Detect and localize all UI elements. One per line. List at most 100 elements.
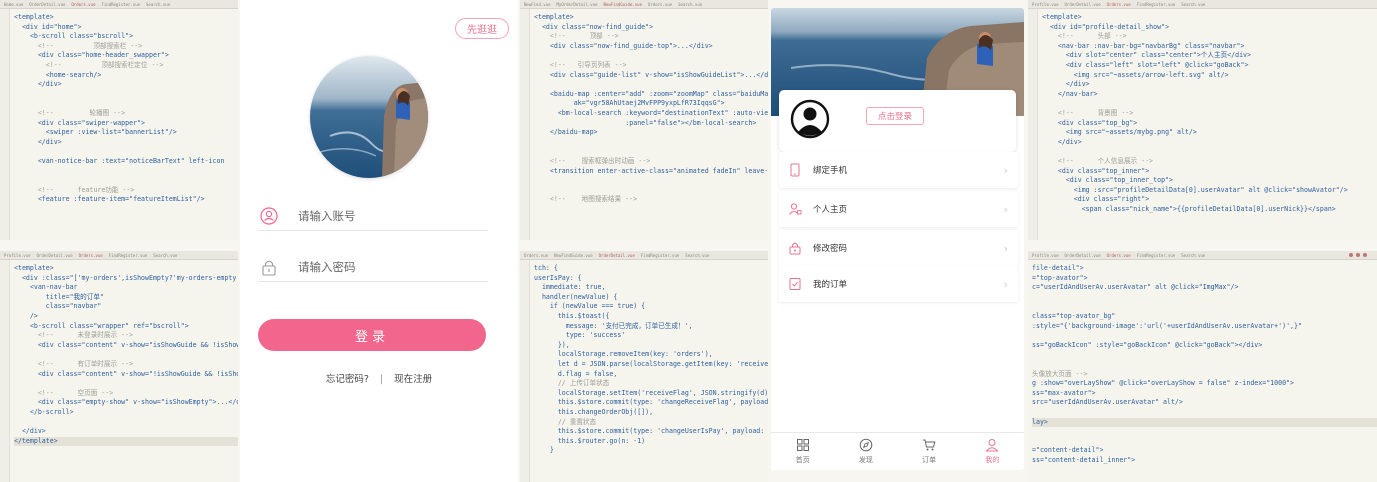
menu-item-bind-phone[interactable]: 绑定手机 › bbox=[779, 152, 1018, 188]
code-line[interactable]: <!-- 有订单时展示 --> bbox=[14, 360, 238, 370]
editor-tab-bar[interactable]: Profile.vue OrderDetail.vue Orders.vue Find… bbox=[1028, 0, 1377, 9]
code-line[interactable] bbox=[534, 138, 768, 148]
code-line[interactable]: <!-- feature功能 --> bbox=[14, 186, 238, 196]
editor-tab[interactable]: OrderDetail.vue bbox=[37, 253, 73, 258]
code-line[interactable] bbox=[1032, 350, 1377, 360]
code-line[interactable]: <!-- 地图搜索结果 --> bbox=[534, 195, 768, 205]
code-line[interactable]: c="userIdAndUserAv.userAvatar" alt @clic… bbox=[1032, 283, 1377, 293]
code-line[interactable]: <div class="top_bg"> bbox=[1042, 119, 1377, 129]
code-line[interactable]: <bm-local-search :keyword="destinationTe… bbox=[534, 109, 768, 119]
tab-discover[interactable]: 发现 bbox=[834, 433, 897, 470]
code-line[interactable]: <div id="home"> bbox=[14, 23, 238, 33]
code-line[interactable]: </div> bbox=[14, 80, 238, 90]
editor-tab[interactable]: NewFindGuide.vue bbox=[554, 253, 593, 258]
code-line[interactable]: <div class="top_inner"> bbox=[1042, 167, 1377, 177]
code-line[interactable]: this.$toast({ bbox=[534, 312, 768, 322]
code-line[interactable]: <div :class="['my-orders',isShowEmpty?'m… bbox=[14, 274, 238, 284]
code-line[interactable]: <transition enter-active-class="animated… bbox=[534, 167, 768, 177]
code-line[interactable] bbox=[534, 147, 768, 157]
menu-item-homepage[interactable]: 个人主页 › bbox=[779, 191, 1018, 227]
code-line[interactable]: </div> bbox=[14, 138, 238, 148]
code-line[interactable]: <!-- 空页面 --> bbox=[14, 389, 238, 399]
editor-tab[interactable]: FindRegister.vue bbox=[641, 253, 680, 258]
code-line[interactable] bbox=[1032, 427, 1377, 437]
code-line[interactable]: <div class="right"> bbox=[1042, 195, 1377, 205]
code-line[interactable]: userIsPay: { bbox=[534, 274, 768, 284]
code-line[interactable]: /> bbox=[14, 312, 238, 322]
editor-tab[interactable]: OrderDetail.vue bbox=[29, 2, 65, 7]
code-line[interactable]: <b-scroll class="bscroll"> bbox=[14, 32, 238, 42]
code-line[interactable]: ="top-avator"> bbox=[1032, 274, 1377, 284]
editor-tab[interactable]: Home.vue bbox=[4, 2, 23, 7]
editor-tab[interactable]: OrderDetail.vue bbox=[1065, 2, 1101, 7]
code-line[interactable]: let d = JSON.parse(localStorage.getItem(… bbox=[534, 360, 768, 370]
editor-tab[interactable]: Search.vue bbox=[1181, 253, 1205, 258]
code-line[interactable]: ak="vgr58AhUtaej2MvFPP9yxpLfR73IqqsG"> bbox=[534, 99, 768, 109]
code-line[interactable]: <div class="content" v-show="isShowGuide… bbox=[14, 341, 238, 351]
tab-mine[interactable]: 我的 bbox=[961, 433, 1024, 470]
editor-tab[interactable]: Search.vue bbox=[685, 253, 709, 258]
code-line[interactable]: </div> bbox=[14, 427, 238, 437]
code-line[interactable] bbox=[534, 176, 768, 186]
editor-tab-bar[interactable]: NewFind.vue MyOrderDetail.vue NewFindGuide… bbox=[520, 0, 768, 9]
code-line[interactable] bbox=[14, 418, 238, 428]
code-line[interactable]: <div class="now-find_guide-top">...</div… bbox=[534, 42, 768, 52]
code-line[interactable]: title="我的订单" bbox=[14, 293, 238, 303]
code-line[interactable]: ss="content-detail_inner"> bbox=[1032, 456, 1377, 466]
code-line[interactable]: <feature :feature-item="featureItemList"… bbox=[14, 195, 238, 205]
code-line[interactable]: handler(newValue) { bbox=[534, 293, 768, 303]
code-line[interactable]: <div class="guide-list" v-show="isShowGu… bbox=[534, 71, 768, 81]
code-line[interactable]: file-detail"> bbox=[1032, 264, 1377, 274]
editor-tab[interactable]: FindRegister.vue bbox=[1137, 253, 1176, 258]
code-line[interactable]: <b-scroll class="wrapper" ref="bscroll"> bbox=[14, 322, 238, 332]
editor-tab[interactable]: NewFind.vue bbox=[524, 2, 551, 7]
editor-tab[interactable]: Orders.vue bbox=[1107, 253, 1131, 258]
code-lines[interactable]: tch: {userIsPay: { immediate: true, hand… bbox=[520, 260, 768, 456]
code-line[interactable]: <!-- 轮播图 --> bbox=[14, 109, 238, 119]
code-line[interactable] bbox=[534, 80, 768, 90]
editor-tab[interactable]: FindRegister.vue bbox=[109, 253, 148, 258]
code-line[interactable]: <!-- 顶部搜索栏 --> bbox=[14, 42, 238, 52]
code-line[interactable] bbox=[1032, 408, 1377, 418]
code-line[interactable]: <baidu-map :center="add" :zoom="zoomMap"… bbox=[534, 90, 768, 100]
password-field[interactable] bbox=[258, 252, 488, 282]
password-input[interactable] bbox=[298, 259, 478, 274]
code-line[interactable]: <swiper :view-list="bannerList"/> bbox=[14, 128, 238, 138]
code-line[interactable]: this.$router.go(n: -1) bbox=[534, 437, 768, 447]
editor-tab[interactable]: Profile.vue bbox=[1032, 2, 1059, 7]
code-line[interactable]: <div class="swiper-wapper"> bbox=[14, 119, 238, 129]
code-line[interactable]: g :show="overLayShow" @click="overLaySho… bbox=[1032, 379, 1377, 389]
code-line[interactable]: </div> bbox=[1042, 138, 1377, 148]
code-line[interactable]: <template> bbox=[14, 264, 238, 274]
tab-home[interactable]: 首页 bbox=[771, 433, 834, 470]
editor-tab[interactable]: Search.vue bbox=[1181, 2, 1205, 7]
code-line[interactable]: <!-- 未登录时展示 --> bbox=[14, 331, 238, 341]
code-line[interactable]: <div class="left" slot="left" @click="go… bbox=[1042, 61, 1377, 71]
code-line[interactable] bbox=[14, 350, 238, 360]
code-line[interactable]: <div class="now-find_guide"> bbox=[534, 23, 768, 33]
code-line[interactable] bbox=[534, 186, 768, 196]
editor-tab[interactable]: Profile.vue bbox=[1032, 253, 1059, 258]
code-line[interactable] bbox=[1032, 360, 1377, 370]
editor-tab[interactable]: Orders.vue bbox=[648, 2, 672, 7]
menu-item-change-password[interactable]: 修改密码 › bbox=[779, 230, 1018, 266]
code-line[interactable]: <img src="~assets/mybg.png" alt/> bbox=[1042, 128, 1377, 138]
code-line[interactable]: <!-- 头部 --> bbox=[1042, 32, 1377, 42]
editor-tab[interactable]: Orders.vue bbox=[71, 2, 95, 7]
code-line[interactable]: <template> bbox=[14, 13, 238, 23]
code-line[interactable]: </nav-bar> bbox=[1042, 90, 1377, 100]
editor-tab[interactable]: NewFindGuide.vue bbox=[603, 2, 642, 7]
editor-tab-bar[interactable]: Home.vue OrderDetail.vue Orders.vue FindReg… bbox=[0, 0, 238, 9]
editor-tab-bar[interactable]: Profile.vue OrderDetail.vue Orders.vue Find… bbox=[0, 251, 238, 260]
code-line[interactable]: }), bbox=[534, 341, 768, 351]
code-line[interactable]: </b-scroll> bbox=[14, 408, 238, 418]
code-line[interactable]: <div class="home-header_swapper"> bbox=[14, 51, 238, 61]
code-line[interactable] bbox=[1042, 99, 1377, 109]
code-line[interactable]: <img :src="profileDetailData[0].userAvat… bbox=[1042, 186, 1377, 196]
code-line[interactable] bbox=[1032, 302, 1377, 312]
code-line[interactable]: <van-nav-bar bbox=[14, 283, 238, 293]
code-lines[interactable]: <template> <div id="home"> <b-scroll cla… bbox=[0, 9, 238, 205]
code-line[interactable]: } bbox=[534, 446, 768, 456]
tab-orders[interactable]: 订单 bbox=[898, 433, 961, 470]
profile-login-button[interactable]: 点击登录 bbox=[866, 107, 924, 125]
